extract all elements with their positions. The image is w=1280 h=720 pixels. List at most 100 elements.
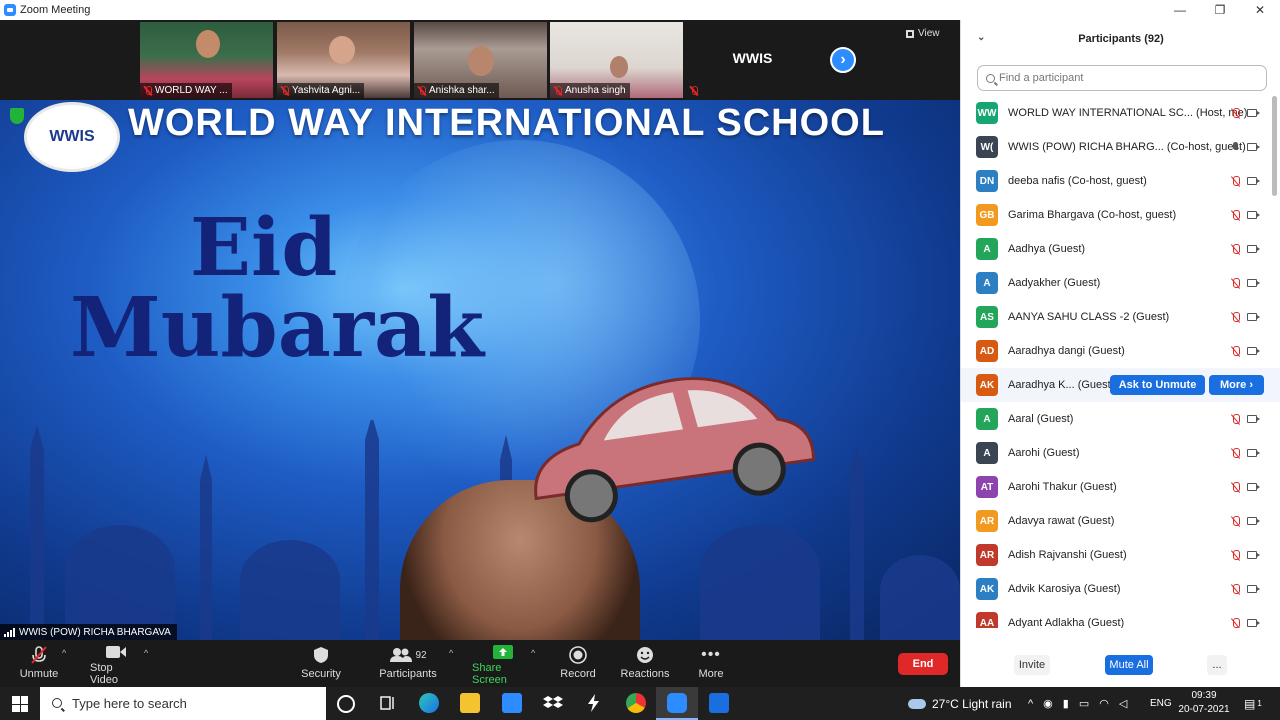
microphone-muted-icon[interactable] [1233,278,1240,288]
microphone-muted-icon[interactable] [1233,244,1240,254]
dropbox-icon[interactable] [543,693,563,713]
video-off-icon[interactable] [1247,619,1260,627]
microphone-muted-icon[interactable] [1233,176,1240,186]
video-off-icon[interactable] [1247,483,1260,491]
invite-button[interactable]: Invite [1014,655,1050,675]
participant-row[interactable]: GB Garima Bhargava (Co-host, guest) [961,198,1280,232]
video-off-icon[interactable] [1247,415,1260,423]
task-view-icon[interactable] [378,693,398,713]
microphone-muted-icon[interactable] [1233,108,1240,118]
participant-row[interactable]: AD Aaradhya dangi (Guest) [961,334,1280,368]
participant-row[interactable]: AA Adyant Adlakha (Guest) [961,606,1280,628]
participant-row[interactable]: AS AANYA SAHU CLASS -2 (Guest) [961,300,1280,334]
network-icon[interactable]: ◉ [1043,697,1053,710]
active-speaker-video[interactable]: WWIS WORLD WAY INTERNATIONAL SCHOOL Eid … [0,100,960,640]
video-off-icon[interactable] [1247,143,1260,151]
stop-video-button[interactable]: Stop Video [90,644,142,686]
view-button[interactable]: View [906,28,940,39]
participant-row[interactable]: A Aadhya (Guest) [961,232,1280,266]
lightning-app-icon[interactable] [584,693,604,713]
microphone-icon[interactable] [1233,142,1239,152]
close-button[interactable]: ✕ [1240,0,1280,20]
video-thumbnail-wwis[interactable]: WWIS [686,22,819,98]
participant-row[interactable]: A Aarohi (Guest) [961,436,1280,470]
video-off-icon[interactable] [1247,517,1260,525]
participant-more-button[interactable]: More › [1209,375,1264,395]
video-off-icon[interactable] [1247,279,1260,287]
reactions-button[interactable]: Reactions [621,644,669,684]
microphone-muted-icon[interactable] [1233,550,1240,560]
mute-all-button[interactable]: Mute All [1105,655,1153,675]
wifi-icon[interactable]: ◠ [1099,697,1109,710]
participants-button[interactable]: 92 Participants [379,644,437,684]
microphone-muted-icon[interactable] [1233,482,1240,492]
video-thumbnail[interactable]: Anusha singh [550,22,683,98]
more-button[interactable]: ••• More [696,644,726,684]
video-off-icon[interactable] [1247,585,1260,593]
participant-row[interactable]: AT Aarohi Thakur (Guest) [961,470,1280,504]
microphone-muted-icon[interactable] [1233,414,1240,424]
participant-row[interactable]: A Aaral (Guest) [961,402,1280,436]
next-page-button[interactable]: › [830,47,856,73]
microphone-muted-icon[interactable] [1233,448,1240,458]
participant-row[interactable]: WW WORLD WAY INTERNATIONAL SC... (Host, m… [961,96,1280,130]
panel-more-button[interactable]: ... [1207,655,1227,675]
video-off-icon[interactable] [1247,449,1260,457]
minimize-button[interactable]: — [1160,0,1200,20]
end-meeting-button[interactable]: End [898,653,948,675]
video-off-icon[interactable] [1247,245,1260,253]
video-off-icon[interactable] [1247,347,1260,355]
video-off-icon[interactable] [1247,211,1260,219]
taskbar-clock[interactable]: 09:39 20-07-2021 [1176,689,1232,717]
microphone-muted-icon[interactable] [1233,516,1240,526]
ask-to-unmute-button[interactable]: Ask to Unmute [1110,375,1205,395]
share-screen-button[interactable]: Share Screen [472,644,534,686]
windows-start-icon[interactable] [12,696,28,712]
notifications-button[interactable]: ▤ 1 [1244,687,1262,720]
participant-row[interactable]: AR Adish Rajvanshi (Guest) [961,538,1280,572]
video-thumbnail[interactable]: Yashvita Agni... [277,22,410,98]
participants-options-chevron-icon[interactable]: ^ [449,648,453,658]
weather-widget[interactable]: 27°C Light rain [908,687,1012,720]
collapse-chevron-icon[interactable]: ⌄ [977,32,985,43]
chrome-icon[interactable] [626,693,646,713]
participant-row[interactable]: A Aadyakher (Guest) [961,266,1280,300]
participant-row[interactable]: W(WWIS (POW) RICHA BHARG... (Co-host, gu… [961,130,1280,164]
mail-icon[interactable] [502,693,522,713]
video-off-icon[interactable] [1247,313,1260,321]
microphone-icon[interactable]: ▮ [1063,697,1069,710]
video-options-chevron-icon[interactable]: ^ [144,648,148,658]
security-button[interactable]: Security [300,644,342,684]
video-off-icon[interactable] [1247,177,1260,185]
microphone-muted-icon[interactable] [1233,618,1240,628]
video-off-icon[interactable] [1247,551,1260,559]
participant-list-scrollbar[interactable] [1272,96,1277,196]
encryption-shield-icon[interactable] [10,108,24,124]
participant-row[interactable]: AR Adavya rawat (Guest) [961,504,1280,538]
share-options-chevron-icon[interactable]: ^ [531,648,535,658]
edge-browser-icon[interactable] [419,693,439,713]
tray-overflow-chevron-icon[interactable]: ^ [1028,698,1033,710]
taskbar-search-box[interactable]: Type here to search [40,687,326,720]
participant-row[interactable]: DN deeba nafis (Co-host, guest) [961,164,1280,198]
language-indicator[interactable]: ENG [1150,687,1172,720]
video-thumbnail[interactable]: WORLD WAY ... [140,22,273,98]
participant-search-input[interactable]: Find a participant [977,65,1267,91]
participant-row[interactable]: AK Advik Karosiya (Guest) [961,572,1280,606]
video-off-icon[interactable] [1247,109,1260,117]
video-thumbnail[interactable]: Anishka shar... [414,22,547,98]
battery-icon[interactable]: ▭ [1079,697,1089,710]
cortana-icon[interactable] [337,695,355,713]
microphone-muted-icon[interactable] [1233,346,1240,356]
participant-row[interactable]: AK Aaradhya K... (Guest) Ask to Unmute More… [961,368,1280,402]
unmute-button[interactable]: Unmute [20,644,58,684]
record-button[interactable]: Record [560,644,596,684]
zoom-taskbar-icon[interactable] [656,687,698,720]
microphone-muted-icon[interactable] [1233,584,1240,594]
file-explorer-icon[interactable] [460,693,480,713]
microphone-muted-icon[interactable] [1233,312,1240,322]
audio-options-chevron-icon[interactable]: ^ [62,648,66,658]
volume-icon[interactable]: ◁ [1119,697,1127,710]
media-player-icon[interactable] [709,693,729,713]
maximize-button[interactable]: ❐ [1200,0,1240,20]
